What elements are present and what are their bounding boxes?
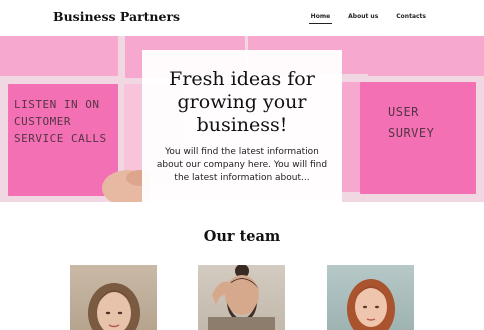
sticky-note	[0, 36, 118, 76]
hero-card: Fresh ideas for growing your business! Y…	[142, 50, 342, 202]
hero-text: You will find the latest information abo…	[156, 147, 328, 183]
man-portrait-icon	[208, 265, 275, 330]
team-member-photo	[70, 265, 157, 330]
nav-item-about-us[interactable]: About us	[348, 13, 378, 24]
sticky-note	[340, 82, 360, 192]
site-brand[interactable]: Business Partners	[53, 9, 180, 24]
sticky-note-text: LISTEN IN ON CUSTOMER SERVICE CALLS	[14, 98, 107, 145]
hand-shape	[102, 170, 150, 202]
hero-title: Fresh ideas for growing your business!	[169, 68, 315, 136]
sticky-note-text: USER SURVEY	[388, 105, 435, 140]
main-nav: Home About us Contacts	[293, 13, 426, 24]
site-header: Business Partners Home About us Contacts	[0, 0, 484, 36]
sticky-note	[368, 36, 484, 76]
hero-section: LISTEN IN ON CUSTOMER SERVICE CALLS USER…	[0, 36, 484, 202]
redhead-woman-portrait-icon	[347, 279, 395, 330]
team-title: Our team	[203, 228, 281, 245]
nav-item-contacts[interactable]: Contacts	[396, 13, 426, 24]
woman-portrait-icon	[88, 283, 140, 330]
team-member-photo	[327, 265, 414, 330]
nav-item-home[interactable]: Home	[308, 13, 333, 24]
team-member-photo	[198, 265, 285, 330]
